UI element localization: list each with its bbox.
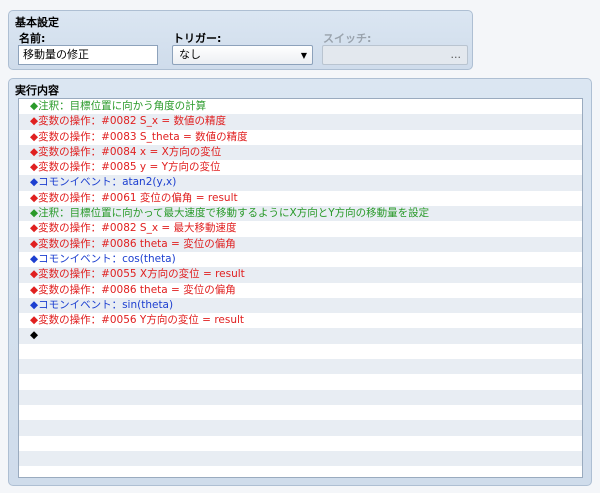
command-row[interactable]: ◆変数の操作：#0086 theta = 変位の偏角 — [19, 236, 582, 252]
command-row[interactable]: ◆ — [19, 328, 582, 344]
command-row[interactable]: ◆コモンイベント：cos(theta) — [19, 251, 582, 268]
command-text: ◆変数の操作：#0082 S_x = 数値の精度 — [30, 115, 227, 128]
trigger-label: トリガー: — [173, 32, 222, 45]
trigger-select[interactable]: なし ▼ — [172, 45, 313, 65]
command-row[interactable]: ◆変数の操作：#0061 変位の偏角 = result — [19, 190, 582, 207]
command-text: ◆変数の操作：#0086 theta = 変位の偏角 — [30, 237, 236, 250]
empty-row[interactable] — [19, 343, 582, 360]
chevron-down-icon: ▼ — [300, 51, 307, 60]
execution-content-title: 実行内容 — [15, 84, 59, 97]
switch-selector: ... — [322, 45, 468, 65]
command-row[interactable]: ◆変数の操作：#0085 y = Y方向の変位 — [19, 160, 582, 176]
command-text: ◆注釈：目標位置に向かって最大速度で移動するようにX方向とY方向の移動量を設定 — [30, 207, 430, 220]
command-text: ◆コモンイベント：sin(theta) — [30, 298, 174, 311]
name-input[interactable]: 移動量の修正 — [18, 45, 158, 65]
empty-row[interactable] — [19, 420, 582, 436]
command-text: ◆変数の操作：#0085 y = Y方向の変位 — [30, 161, 221, 174]
command-row[interactable]: ◆注釈：目標位置に向かう角度の計算 — [19, 99, 582, 115]
command-text: ◆変数の操作：#0056 Y方向の変位 = result — [30, 314, 245, 327]
command-text: ◆ — [30, 329, 39, 342]
command-text: ◆変数の操作：#0061 変位の偏角 = result — [30, 191, 238, 204]
name-label: 名前: — [19, 32, 46, 45]
switch-browse-button: ... — [450, 48, 462, 61]
command-text: ◆変数の操作：#0055 X方向の変位 = result — [30, 268, 245, 281]
command-row[interactable]: ◆コモンイベント：sin(theta) — [19, 297, 582, 314]
command-text: ◆変数の操作：#0082 S_x = 最大移動速度 — [30, 222, 237, 235]
command-row[interactable]: ◆コモンイベント：atan2(y,x) — [19, 175, 582, 191]
command-row[interactable]: ◆変数の操作：#0082 S_x = 最大移動速度 — [19, 221, 582, 237]
execution-content-panel: 実行内容 ◆注釈：目標位置に向かう角度の計算 ◆変数の操作：#0082 S_x =… — [8, 78, 592, 486]
empty-row[interactable] — [19, 450, 582, 467]
command-row[interactable]: ◆変数の操作：#0055 X方向の変位 = result — [19, 267, 582, 283]
command-row[interactable]: ◆注釈：目標位置に向かって最大速度で移動するようにX方向とY方向の移動量を設定 — [19, 206, 582, 222]
command-list[interactable]: ◆注釈：目標位置に向かう角度の計算 ◆変数の操作：#0082 S_x = 数値の精… — [18, 98, 583, 478]
command-row[interactable]: ◆変数の操作：#0083 S_theta = 数値の精度 — [19, 129, 582, 145]
command-text: ◆変数の操作：#0083 S_theta = 数値の精度 — [30, 130, 248, 143]
empty-row[interactable] — [19, 374, 582, 390]
command-row[interactable]: ◆変数の操作：#0082 S_x = 数値の精度 — [19, 114, 582, 130]
command-text: ◆変数の操作：#0086 theta = 変位の偏角 — [30, 283, 236, 296]
empty-row[interactable] — [19, 404, 582, 421]
switch-label: スイッチ: — [323, 32, 372, 45]
command-row[interactable]: ◆変数の操作：#0084 x = X方向の変位 — [19, 144, 582, 161]
command-text: ◆変数の操作：#0084 x = X方向の変位 — [30, 145, 222, 158]
command-text: ◆コモンイベント：atan2(y,x) — [30, 176, 177, 189]
basic-settings-title: 基本設定 — [15, 16, 59, 29]
command-text: ◆コモンイベント：cos(theta) — [30, 252, 176, 265]
trigger-select-value: なし — [179, 48, 201, 61]
empty-row[interactable] — [19, 435, 582, 451]
command-row[interactable]: ◆変数の操作：#0056 Y方向の変位 = result — [19, 313, 582, 329]
empty-row[interactable] — [19, 359, 582, 375]
basic-settings-panel: 基本設定 名前: 移動量の修正 トリガー: なし ▼ スイッチ: ... — [8, 10, 473, 70]
command-row[interactable]: ◆変数の操作：#0086 theta = 変位の偏角 — [19, 282, 582, 298]
command-text: ◆注釈：目標位置に向かう角度の計算 — [30, 100, 207, 112]
empty-row[interactable] — [19, 389, 582, 405]
